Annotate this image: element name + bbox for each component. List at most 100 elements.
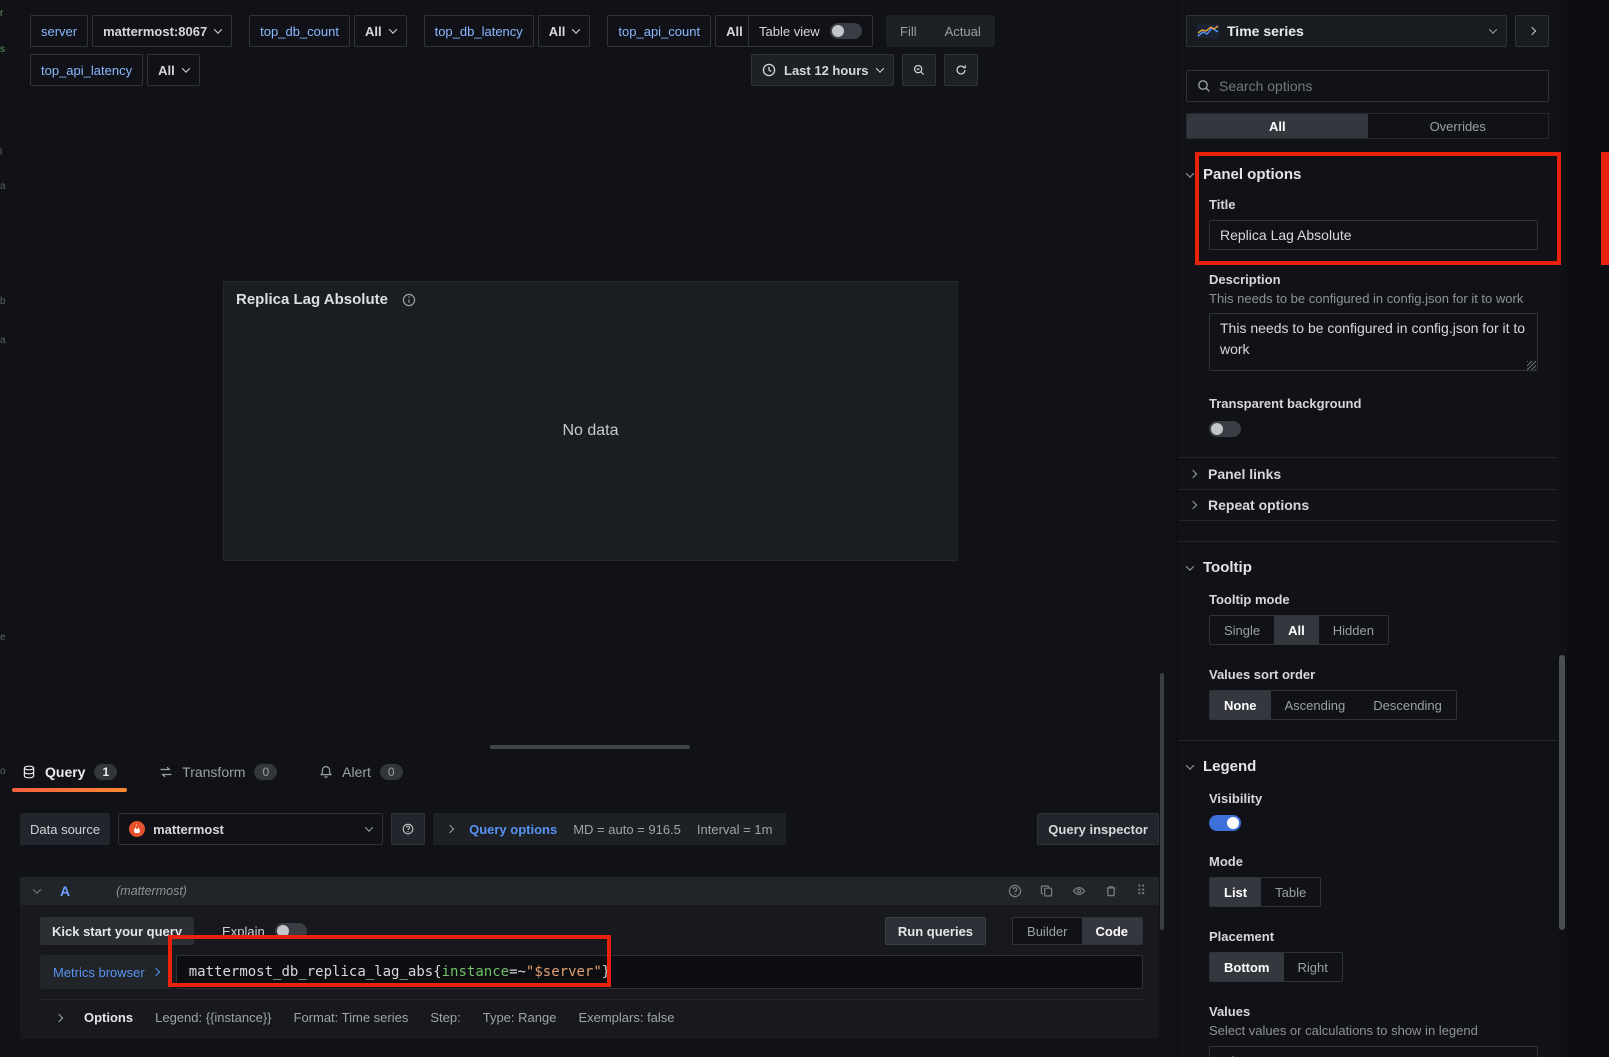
variable-value-top-api-latency[interactable]: All: [147, 54, 200, 86]
refresh-button[interactable]: [944, 54, 978, 86]
datasource-label: Data source: [20, 813, 110, 845]
legend-header[interactable]: Legend: [1178, 758, 1557, 775]
sort-none[interactable]: None: [1210, 691, 1271, 719]
builder-option[interactable]: Builder: [1013, 918, 1081, 944]
variable-value-text: All: [365, 24, 382, 39]
code-option[interactable]: Code: [1082, 918, 1143, 944]
panel-title-input[interactable]: [1209, 220, 1538, 250]
tab-all[interactable]: All: [1187, 114, 1368, 138]
chevron-right-icon: [152, 968, 160, 976]
variable-value-text: All: [726, 24, 743, 39]
query-row-header[interactable]: A (mattermost) ⠿: [20, 877, 1159, 905]
tab-overrides[interactable]: Overrides: [1368, 114, 1549, 138]
format-summary: Format: Time series: [294, 1010, 409, 1025]
section-title: Tooltip: [1203, 559, 1252, 576]
placement-right[interactable]: Right: [1284, 953, 1342, 981]
repeat-options-label: Repeat options: [1208, 497, 1309, 513]
option-label: Ascending: [1285, 698, 1346, 713]
sidebar-scrollbar[interactable]: [1559, 655, 1565, 930]
zoom-out-button[interactable]: [902, 54, 936, 86]
query-options-summary-row[interactable]: Options Legend: {{instance}} Format: Tim…: [40, 999, 1143, 1027]
datasource-row: Data source mattermost Query options MD …: [20, 813, 1159, 845]
table-view-label: Table view: [759, 24, 820, 39]
metrics-browser-button[interactable]: Metrics browser: [40, 955, 172, 989]
legend-visibility-toggle[interactable]: [1209, 815, 1241, 831]
option-label: Descending: [1373, 698, 1442, 713]
panel-description-textarea[interactable]: This needs to be configured in config.js…: [1209, 313, 1538, 371]
fill-option[interactable]: Fill: [886, 15, 931, 47]
run-queries-button[interactable]: Run queries: [885, 917, 986, 945]
query-toolbar-row: Kick start your query Explain Run querie…: [40, 917, 1143, 945]
chevron-down-icon: [365, 823, 373, 831]
chevron-down-icon: [875, 64, 883, 72]
panel-links-row[interactable]: Panel links: [1178, 457, 1557, 489]
table-view-control[interactable]: Table view: [748, 15, 873, 47]
variable-label-text: server: [41, 24, 77, 39]
tab-label: Transform: [182, 764, 245, 780]
promql-input[interactable]: mattermost_db_replica_lag_abs{instance=~…: [176, 955, 1143, 989]
query-inspector-label: Query inspector: [1048, 822, 1148, 837]
sort-descending[interactable]: Descending: [1359, 691, 1456, 719]
panel-options-header[interactable]: Panel options: [1178, 166, 1557, 183]
template-variables-row-2: top_api_latency All: [30, 54, 217, 86]
question-circle-icon: [402, 822, 414, 836]
drag-grip-icon[interactable]: ⠿: [1136, 883, 1145, 899]
option-label: All: [1288, 623, 1305, 638]
visualization-picker[interactable]: Time series: [1186, 15, 1507, 47]
variable-value-server[interactable]: mattermost:8067: [92, 15, 232, 47]
transparent-background-toggle[interactable]: [1209, 421, 1241, 437]
sort-ascending[interactable]: Ascending: [1271, 691, 1360, 719]
chevron-down-icon: [572, 25, 580, 33]
panel-header[interactable]: Replica Lag Absolute: [224, 282, 957, 317]
variable-value-top-db-count[interactable]: All: [354, 15, 407, 47]
description-field-label: Description: [1209, 272, 1538, 287]
options-search[interactable]: [1186, 70, 1549, 102]
tab-alert[interactable]: Alert 0: [317, 762, 404, 792]
collapse-chevron-icon[interactable]: [33, 885, 41, 893]
actual-option[interactable]: Actual: [931, 15, 995, 47]
exemplars-summary: Exemplars: false: [578, 1010, 674, 1025]
chevron-down-icon: [1186, 562, 1194, 570]
transparent-background-label: Transparent background: [1209, 396, 1538, 411]
collapse-pane-button[interactable]: [1515, 15, 1549, 47]
tab-transform[interactable]: Transform 0: [157, 762, 279, 792]
datasource-picker[interactable]: mattermost: [118, 813, 383, 845]
tooltip-mode-single[interactable]: Single: [1210, 616, 1274, 644]
query-options-link[interactable]: Query options: [469, 822, 557, 837]
variable-value-top-db-latency[interactable]: All: [538, 15, 591, 47]
variable-value-text: All: [549, 24, 566, 39]
main-scrollbar[interactable]: [1160, 673, 1164, 930]
fill-actual-switch: Fill Actual: [886, 15, 995, 47]
options-filter-tabs: All Overrides: [1186, 113, 1549, 139]
table-view-toggle[interactable]: [830, 23, 862, 39]
placement-bottom[interactable]: Bottom: [1210, 953, 1284, 981]
trash-icon[interactable]: [1104, 884, 1118, 898]
left-edge-clipped-text: e: [0, 632, 6, 643]
chevron-down-icon: [1186, 169, 1194, 177]
query-row-card: A (mattermost) ⠿: [20, 877, 1159, 1039]
chevron-down-icon: [214, 25, 222, 33]
tooltip-header[interactable]: Tooltip: [1178, 559, 1557, 576]
refresh-icon: [955, 63, 967, 77]
hide-response-eye-icon[interactable]: [1072, 884, 1086, 898]
options-search-input[interactable]: [1219, 78, 1538, 94]
pane-resize-handle[interactable]: [490, 745, 690, 749]
left-edge-clipped-text: a: [0, 335, 6, 346]
help-icon[interactable]: [1008, 884, 1022, 898]
left-edge-clipped-text: b: [0, 296, 6, 307]
datasource-help-button[interactable]: [391, 813, 425, 845]
explain-toggle[interactable]: [275, 923, 307, 939]
query-options-summary[interactable]: Query options MD = auto = 916.5 Interval…: [433, 813, 786, 845]
variable-top-db-latency: top_db_latency All: [424, 15, 591, 47]
repeat-options-row[interactable]: Repeat options: [1178, 489, 1557, 521]
legend-values-select[interactable]: Choose: [1209, 1046, 1538, 1057]
tab-query[interactable]: Query 1: [20, 762, 119, 792]
tooltip-mode-all[interactable]: All: [1274, 616, 1319, 644]
duplicate-icon[interactable]: [1040, 884, 1054, 898]
kick-start-button[interactable]: Kick start your query: [40, 917, 194, 945]
query-inspector-button[interactable]: Query inspector: [1037, 813, 1159, 845]
legend-mode-list[interactable]: List: [1210, 878, 1261, 906]
tooltip-mode-hidden[interactable]: Hidden: [1319, 616, 1388, 644]
legend-mode-table[interactable]: Table: [1261, 878, 1320, 906]
time-range-picker[interactable]: Last 12 hours: [751, 54, 894, 86]
